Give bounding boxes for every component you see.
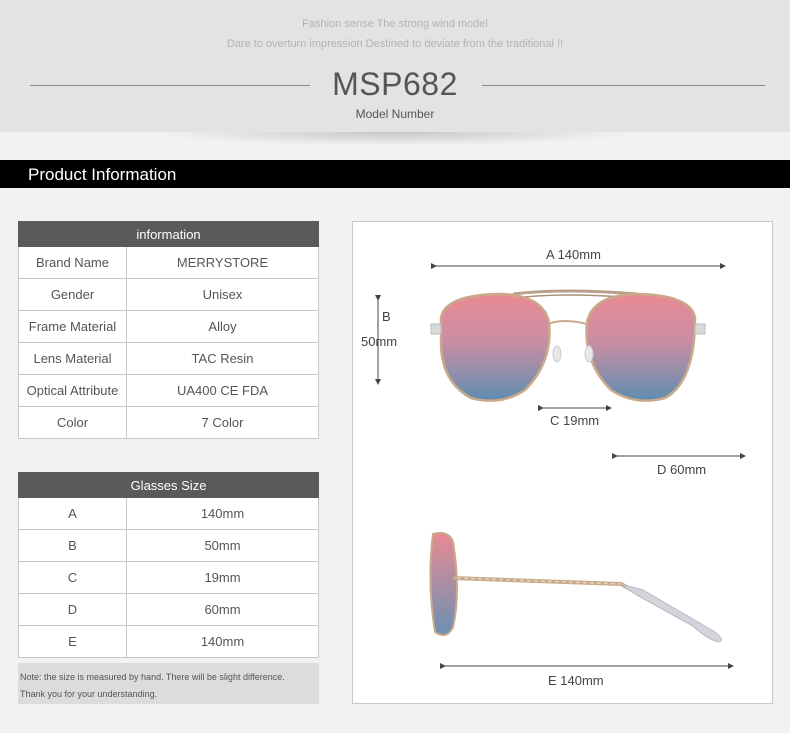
tagline-1: Fashion sense The strong wind model	[302, 18, 488, 30]
size-value-d: 60mm	[126, 593, 319, 626]
table-row: Optical Attribute UA400 CE FDA	[18, 374, 319, 407]
info-key-brand: Brand Name	[18, 246, 127, 279]
table-row: A 140mm	[18, 497, 319, 530]
size-key-e: E	[18, 625, 127, 658]
measurement-note: Note: the size is measured by hand. Ther…	[18, 663, 319, 704]
table-row: B 50mm	[18, 529, 319, 562]
size-key-d: D	[18, 593, 127, 626]
info-key-color: Color	[18, 406, 127, 439]
size-key-a: A	[18, 497, 127, 530]
table-row: Frame Material Alloy	[18, 310, 319, 343]
size-value-c: 19mm	[126, 561, 319, 594]
label-b-letter: B	[382, 309, 391, 324]
table-row: E 140mm	[18, 625, 319, 658]
size-value-a: 140mm	[126, 497, 319, 530]
label-d: D 60mm	[657, 462, 707, 477]
size-table-heading: Glasses Size	[18, 472, 319, 498]
info-key-gender: Gender	[18, 278, 127, 311]
table-row: D 60mm	[18, 593, 319, 626]
info-key-frame: Frame Material	[18, 310, 127, 343]
label-e: E 140mm	[548, 673, 604, 688]
label-b-value: 50mm	[361, 334, 398, 349]
table-row: Color 7 Color	[18, 406, 319, 439]
table-row: Lens Material TAC Resin	[18, 342, 319, 375]
front-view-glasses	[430, 289, 706, 402]
table-row: C 19mm	[18, 561, 319, 594]
info-key-optical: Optical Attribute	[18, 374, 127, 407]
info-value-frame: Alloy	[126, 310, 319, 343]
dimension-diagram: A 140mm B 50mm C 19mm D 60mm E 140mm	[352, 221, 773, 704]
info-value-optical: UA400 CE FDA	[126, 374, 319, 407]
info-value-brand: MERRYSTORE	[126, 246, 319, 279]
section-bar: Product Information	[0, 160, 790, 188]
info-table: information Brand Name MERRYSTORE Gender U…	[18, 221, 319, 439]
size-value-e: 140mm	[126, 625, 319, 658]
size-key-b: B	[18, 529, 127, 562]
tagline-2: Dare to overturn impression Destined to …	[226, 38, 564, 50]
info-table-heading: information	[18, 221, 319, 247]
info-value-lens: TAC Resin	[126, 342, 319, 375]
info-value-gender: Unisex	[126, 278, 319, 311]
sunglasses-illustration	[375, 263, 746, 669]
header-banner: Fashion sense The strong wind model Dare…	[0, 0, 790, 132]
size-table: Glasses Size A 140mm B 50mm C 19mm D 60mm E1…	[18, 472, 319, 658]
table-row: Brand Name MERRYSTORE	[18, 246, 319, 279]
side-view-glasses	[429, 532, 722, 643]
model-number-label: Model Number	[355, 107, 435, 121]
table-row: Gender Unisex	[18, 278, 319, 311]
note-line-1: Note: the size is measured by hand. Ther…	[20, 672, 285, 682]
size-value-b: 50mm	[126, 529, 319, 562]
size-key-c: C	[18, 561, 127, 594]
header-shadow	[150, 132, 640, 146]
label-c: C 19mm	[550, 413, 600, 428]
info-key-lens: Lens Material	[18, 342, 127, 375]
model-number: MSP682	[332, 66, 458, 102]
section-title: Product Information	[28, 165, 177, 184]
info-value-color: 7 Color	[126, 406, 319, 439]
label-a: A 140mm	[546, 247, 601, 262]
note-line-2: Thank you for your understanding.	[20, 689, 158, 699]
